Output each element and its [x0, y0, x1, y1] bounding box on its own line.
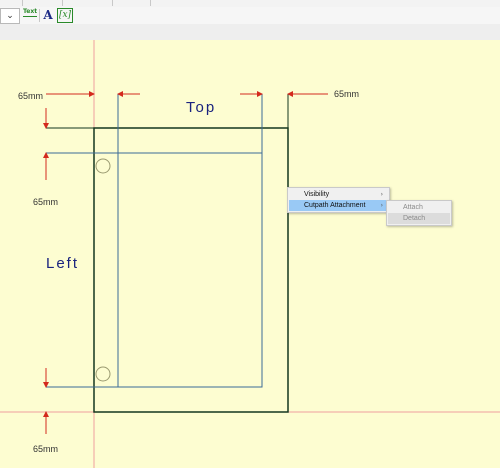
- hole-marker-top[interactable]: [95, 158, 111, 174]
- margin-label-top-left: 65mm: [18, 91, 44, 101]
- margin-label-top-right: 65mm: [334, 89, 360, 99]
- top-section-label[interactable]: Top: [186, 99, 216, 116]
- menu-item-detach[interactable]: Detach: [388, 213, 450, 224]
- menu-item-visibility[interactable]: Visibility ›: [289, 189, 388, 200]
- submenu-arrow-icon: ›: [380, 202, 383, 209]
- outer-frame[interactable]: [93, 127, 289, 413]
- submenu-arrow-icon: ›: [380, 191, 383, 198]
- hole-marker-bottom[interactable]: [95, 366, 111, 382]
- margin-label-bottom: 65mm: [33, 444, 59, 454]
- menu-item-cutpath-attachment[interactable]: Cutpath Attachment ›: [289, 200, 388, 211]
- menu-item-label: Detach: [403, 215, 426, 222]
- submenu-cutpath: Attach Detach: [386, 200, 452, 226]
- menu-item-label: Visibility: [304, 191, 330, 198]
- menu-item-label: Cutpath Attachment: [304, 202, 366, 209]
- layout-drawing: [0, 40, 500, 468]
- margin-label-left: 65mm: [33, 197, 59, 207]
- left-section-label[interactable]: Left: [46, 255, 79, 272]
- menu-item-label: Attach: [403, 204, 423, 211]
- context-menu: Visibility › Cutpath Attachment ›: [287, 187, 390, 213]
- menu-item-attach[interactable]: Attach: [388, 202, 450, 213]
- inner-frame[interactable]: [117, 152, 263, 388]
